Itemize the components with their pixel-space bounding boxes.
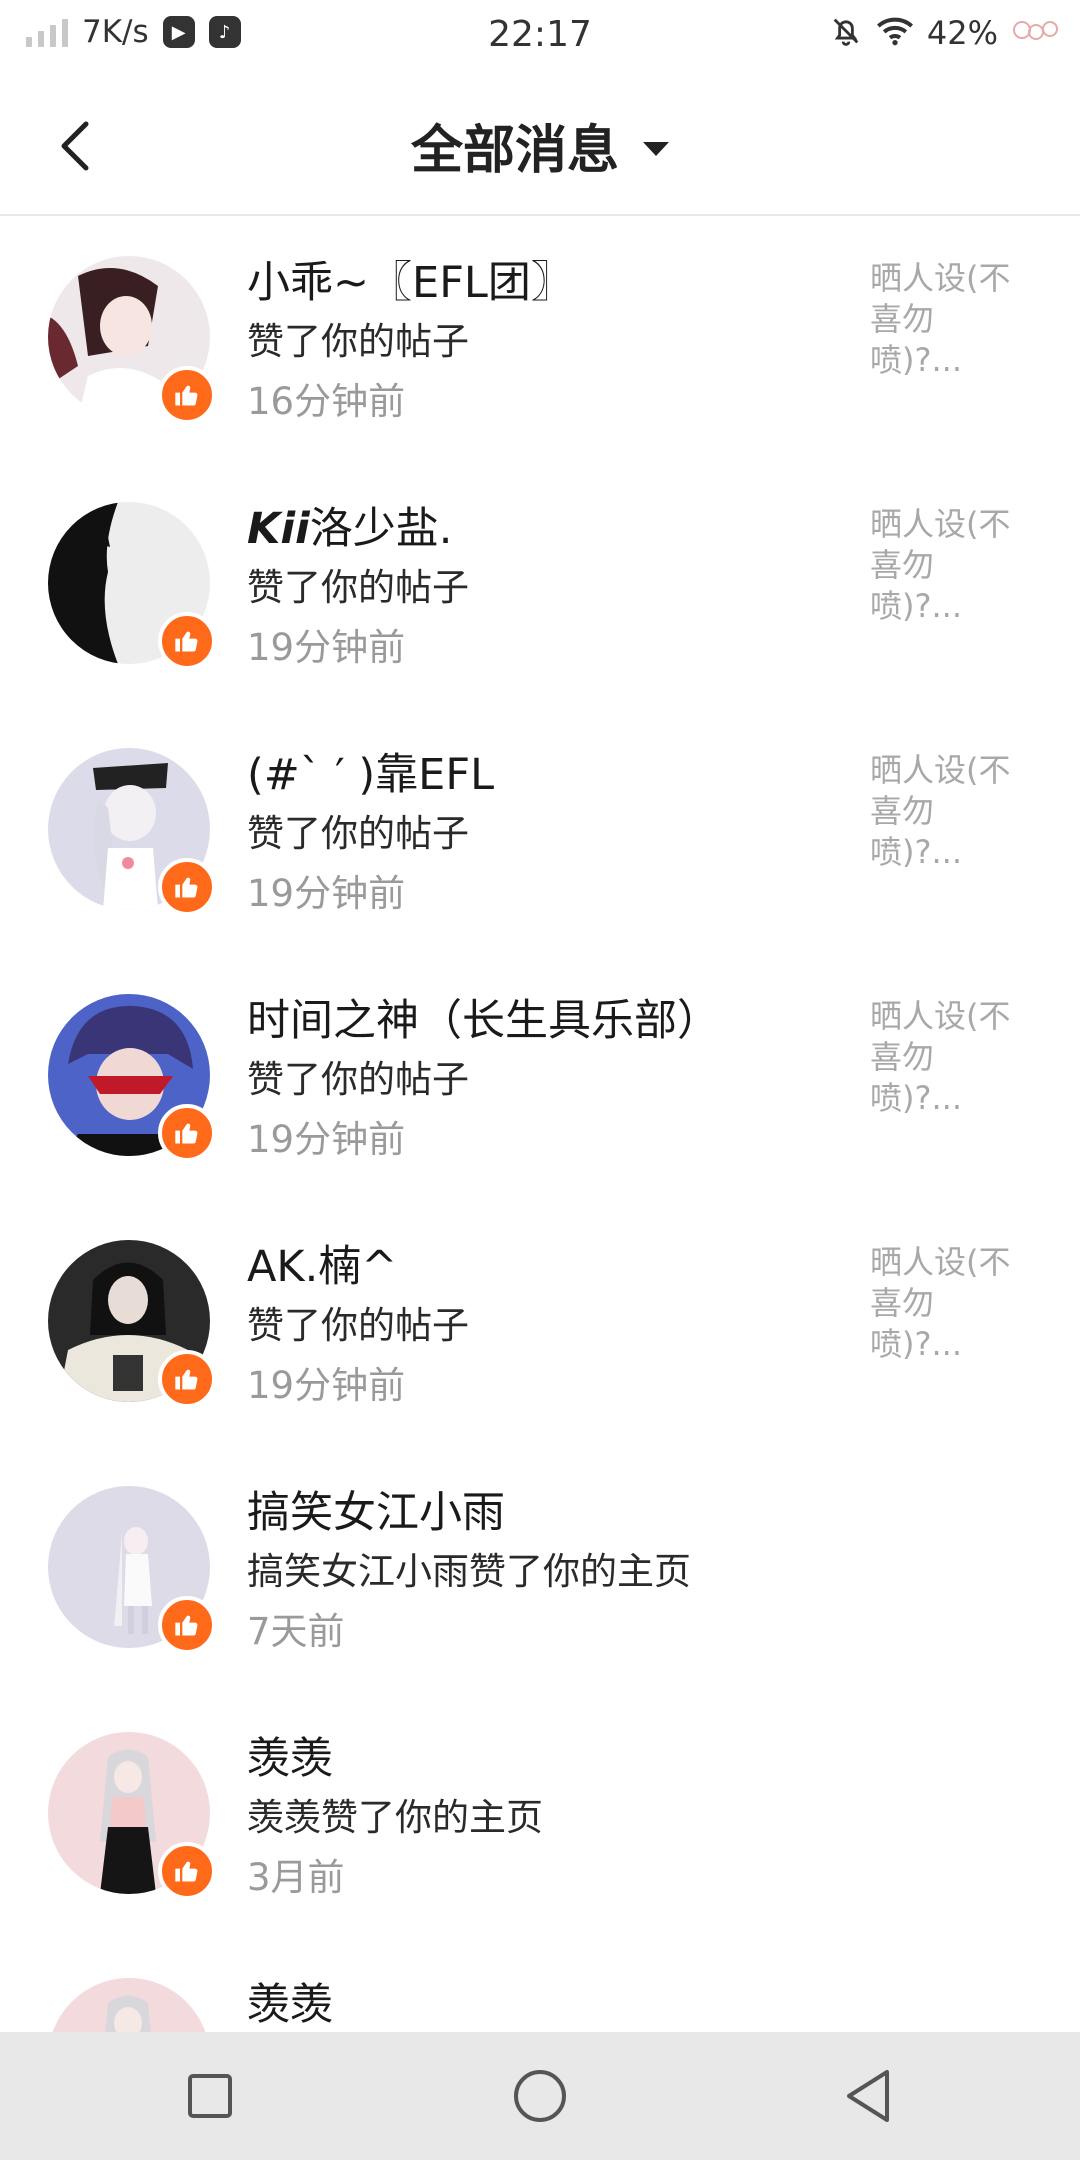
action-text: 赞了你的帖子 [247, 1058, 469, 1101]
notification-text: (#` ′ )靠EFL 赞了你的帖子 19分钟前 [247, 746, 837, 924]
timestamp: 16分钟前 [247, 380, 406, 423]
notification-text: 搞笑女江小雨 搞笑女江小雨赞了你的主页 7天前 [247, 1484, 837, 1662]
user-name: 小乖~〖EFL团〗 [247, 258, 574, 308]
notification-text: 羡羡 羡羡赞了你的主页 3月前 [247, 1730, 837, 1908]
timestamp: 19分钟前 [247, 872, 406, 915]
user-name: 搞笑女江小雨 [247, 1488, 505, 1538]
notification-item[interactable]: Kii洛少盐. 赞了你的帖子 19分钟前 晒人设(不喜勿喷)?... [0, 462, 1080, 708]
status-bar: 7K/s ▶ ♪ 22:17 42% [0, 0, 1080, 78]
timestamp: 7天前 [247, 1610, 345, 1653]
user-name-prefix: Kii [247, 504, 310, 554]
mute-bell-icon [829, 14, 863, 52]
notification-item[interactable]: 时间之神（长生具乐部） 赞了你的帖子 19分钟前 晒人设(不喜勿喷)?... [0, 954, 1080, 1200]
timestamp: 19分钟前 [247, 1364, 406, 1407]
action-text: 赞了你的帖子 [247, 320, 469, 363]
user-name: 羡羡 [247, 1980, 333, 2030]
thumbs-up-icon [158, 1350, 216, 1408]
action-text: 赞了你的帖子 [247, 566, 469, 609]
notification-item[interactable]: (#` ′ )靠EFL 赞了你的帖子 19分钟前 晒人设(不喜勿喷)?... [0, 708, 1080, 954]
user-name: 羡羡 [247, 1734, 333, 1784]
recents-square-icon[interactable] [180, 2066, 240, 2126]
notification-text: 时间之神（长生具乐部） 赞了你的帖子 19分钟前 [247, 992, 837, 1170]
thumbs-up-icon [158, 612, 216, 670]
title-dropdown[interactable]: 全部消息 [0, 108, 1080, 183]
post-preview[interactable]: 晒人设(不喜勿喷)?... [870, 750, 1020, 873]
page-title: 全部消息 [410, 121, 619, 181]
timestamp: 19分钟前 [247, 626, 406, 669]
screen: 7K/s ▶ ♪ 22:17 42% 全部消息 小乖~〖EFL团〗 赞了你的帖子… [0, 0, 1080, 2160]
system-nav-bar [0, 2032, 1080, 2160]
post-preview[interactable]: 晒人设(不喜勿喷)?... [870, 504, 1020, 627]
sticker-icon [1010, 16, 1060, 50]
thumbs-up-icon [158, 1596, 216, 1654]
notification-item[interactable]: 搞笑女江小雨 搞笑女江小雨赞了你的主页 7天前 [0, 1446, 1080, 1692]
notification-list: 小乖~〖EFL团〗 赞了你的帖子 16分钟前 晒人设(不喜勿喷)?... Kii… [0, 216, 1080, 2160]
post-preview[interactable]: 晒人设(不喜勿喷)?... [870, 258, 1020, 381]
action-text: 羡羡赞了你的主页 [247, 1796, 543, 1839]
timestamp: 19分钟前 [247, 1118, 406, 1161]
timestamp: 3月前 [247, 1856, 345, 1899]
thumbs-up-icon [158, 1104, 216, 1162]
user-name: AK.楠^ [247, 1242, 398, 1292]
notification-text: Kii洛少盐. 赞了你的帖子 19分钟前 [247, 500, 837, 678]
action-text: 赞了你的帖子 [247, 812, 469, 855]
status-right: 42% [829, 14, 1060, 52]
notification-text: AK.楠^ 赞了你的帖子 19分钟前 [247, 1238, 837, 1416]
notification-item[interactable]: AK.楠^ 赞了你的帖子 19分钟前 晒人设(不喜勿喷)?... [0, 1200, 1080, 1446]
wifi-icon [875, 14, 915, 52]
notification-text: 小乖~〖EFL团〗 赞了你的帖子 16分钟前 [247, 254, 837, 432]
post-preview[interactable]: 晒人设(不喜勿喷)?... [870, 996, 1020, 1119]
notification-item[interactable]: 羡羡 羡羡赞了你的主页 3月前 [0, 1692, 1080, 1938]
action-text: 赞了你的帖子 [247, 1304, 469, 1347]
battery-level: 42% [926, 14, 998, 52]
header: 全部消息 [0, 78, 1080, 216]
user-name: Kii洛少盐. [247, 504, 453, 554]
thumbs-up-icon [158, 858, 216, 916]
action-text: 搞笑女江小雨赞了你的主页 [247, 1550, 691, 1593]
back-triangle-icon[interactable] [838, 2066, 898, 2126]
thumbs-up-icon [158, 1842, 216, 1900]
thumbs-up-icon [158, 366, 216, 424]
notification-item[interactable]: 小乖~〖EFL团〗 赞了你的帖子 16分钟前 晒人设(不喜勿喷)?... [0, 216, 1080, 462]
home-circle-icon[interactable] [510, 2066, 570, 2126]
user-name: (#` ′ )靠EFL [247, 750, 495, 800]
user-name: 时间之神（长生具乐部） [247, 996, 720, 1046]
post-preview[interactable]: 晒人设(不喜勿喷)?... [870, 1242, 1020, 1365]
notification-text: 羡羡 [247, 1976, 837, 2034]
caret-down-icon [643, 141, 669, 156]
